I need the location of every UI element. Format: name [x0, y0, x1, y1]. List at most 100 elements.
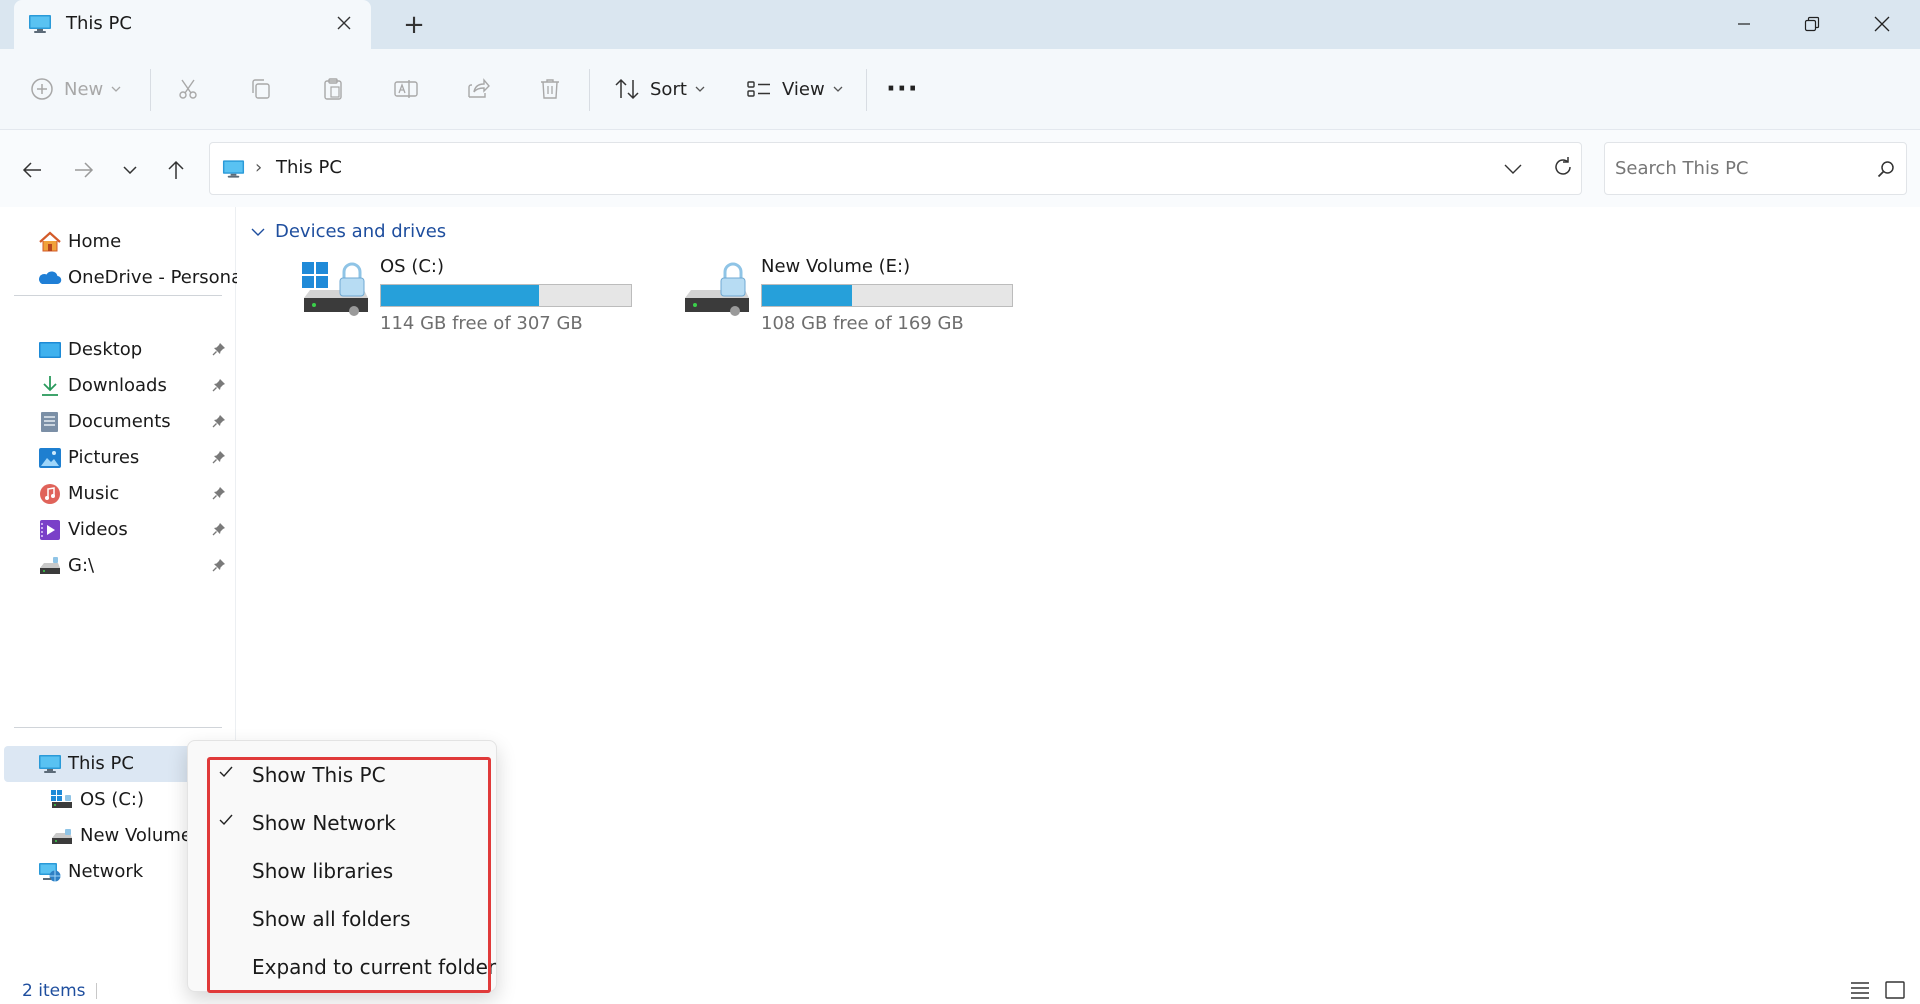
pin-icon[interactable] — [212, 522, 226, 536]
menu-item-show-this-pc[interactable]: Show This PC — [208, 751, 490, 797]
sidebar-item-music[interactable]: Music — [0, 476, 236, 512]
os-drive-icon — [302, 262, 368, 316]
large-icons-view-button[interactable] — [1885, 981, 1905, 1004]
onedrive-icon — [38, 271, 62, 285]
toolbar-divider — [150, 69, 151, 111]
os-drive-icon — [51, 790, 72, 808]
search-icon — [1877, 161, 1894, 178]
menu-item-label: Show all folders — [252, 907, 411, 931]
view-button[interactable]: View — [746, 69, 843, 109]
restore-button[interactable] — [1784, 4, 1840, 44]
sidebar-item-g-drive[interactable]: G:\ — [0, 548, 236, 584]
menu-item-label: Show This PC — [252, 763, 386, 787]
drive-tile-os-c[interactable]: OS (C:) 114 GB free of 307 GB — [302, 256, 642, 336]
minimize-icon — [1738, 23, 1750, 25]
chevron-down-icon — [1504, 164, 1522, 174]
back-button[interactable] — [16, 154, 48, 186]
home-icon — [39, 231, 61, 252]
drive-icon — [40, 557, 60, 574]
new-label: New — [64, 78, 104, 100]
view-label: View — [782, 78, 825, 100]
arrow-right-icon — [75, 162, 94, 178]
minimize-button[interactable] — [1716, 4, 1772, 44]
sidebar-item-label: Desktop — [68, 339, 143, 360]
close-icon — [337, 16, 351, 30]
videos-icon — [40, 520, 60, 540]
drive-free-space: 108 GB free of 169 GB — [761, 313, 964, 334]
menu-item-show-all-folders[interactable]: Show all folders — [208, 895, 490, 941]
volume-drive-icon — [685, 262, 749, 316]
pin-icon[interactable] — [212, 414, 226, 428]
up-button[interactable] — [160, 154, 192, 186]
sidebar-item-pictures[interactable]: Pictures — [0, 440, 236, 476]
restore-icon — [1804, 16, 1820, 32]
paste-button[interactable] — [321, 69, 345, 109]
sidebar-item-downloads[interactable]: Downloads — [0, 368, 236, 404]
cut-button[interactable] — [176, 69, 200, 109]
pictures-icon — [39, 448, 61, 468]
menu-item-label: Expand to current folder — [252, 955, 497, 979]
sidebar-item-home[interactable]: Home — [0, 224, 236, 260]
item-count: 2 items — [22, 981, 86, 1001]
delete-button[interactable] — [538, 69, 562, 109]
command-bar: New Sort View ··· — [0, 49, 1920, 130]
tab-this-pc[interactable]: This PC — [14, 0, 371, 49]
sidebar-item-label: Downloads — [68, 375, 167, 396]
arrow-up-icon — [168, 160, 184, 179]
documents-icon — [41, 412, 58, 432]
pin-icon[interactable] — [212, 450, 226, 464]
close-icon — [1874, 16, 1890, 32]
sidebar-divider — [14, 727, 222, 728]
rename-button[interactable] — [393, 69, 419, 109]
navigation-pane-context-menu: Show This PC Show Network Show libraries… — [187, 740, 497, 992]
share-button[interactable] — [466, 69, 490, 109]
address-history-button[interactable] — [1504, 158, 1522, 179]
sidebar-item-label: Documents — [68, 411, 171, 432]
copy-button[interactable] — [249, 69, 273, 109]
search-input[interactable]: Search This PC — [1615, 158, 1749, 179]
delete-icon — [541, 79, 559, 99]
sort-button[interactable]: Sort — [614, 69, 705, 109]
forward-button[interactable] — [68, 154, 100, 186]
search-box[interactable]: Search This PC — [1604, 142, 1907, 195]
more-options-button[interactable]: ··· — [886, 69, 919, 109]
menu-item-label: Show Network — [252, 811, 396, 835]
group-header-devices[interactable]: Devices and drives — [251, 221, 446, 242]
pin-icon[interactable] — [212, 378, 226, 392]
refresh-button[interactable] — [1552, 156, 1574, 183]
breadcrumb-this-pc[interactable]: This PC — [276, 157, 342, 178]
pin-icon[interactable] — [212, 342, 226, 356]
address-bar[interactable]: › This PC — [209, 142, 1582, 195]
pin-icon[interactable] — [212, 486, 226, 500]
drive-free-space: 114 GB free of 307 GB — [380, 313, 583, 334]
paste-icon — [324, 78, 342, 100]
sidebar-item-videos[interactable]: Videos — [0, 512, 236, 548]
drive-usage-fill — [381, 285, 539, 306]
new-button[interactable]: New — [30, 69, 121, 109]
close-tab-button[interactable] — [330, 10, 358, 38]
sidebar-item-this-pc[interactable]: This PC — [4, 746, 194, 782]
checkmark-icon — [219, 766, 233, 778]
menu-item-expand-to-current-folder[interactable]: Expand to current folder — [208, 943, 496, 989]
drive-usage-bar — [380, 284, 632, 307]
drive-usage-fill — [762, 285, 852, 306]
sort-icon — [615, 78, 639, 100]
toolbar-divider — [866, 69, 867, 111]
pin-icon[interactable] — [212, 558, 226, 572]
close-window-button[interactable] — [1854, 4, 1910, 44]
search-button[interactable] — [1877, 160, 1895, 183]
this-pc-icon — [29, 15, 51, 33]
sidebar-item-documents[interactable]: Documents — [0, 404, 236, 440]
new-tab-button[interactable]: + — [397, 8, 431, 42]
recent-locations-button[interactable] — [114, 154, 146, 186]
menu-item-show-libraries[interactable]: Show libraries — [208, 847, 490, 893]
tab-title: This PC — [66, 13, 132, 34]
drive-tile-new-volume-e[interactable]: New Volume (E:) 108 GB free of 169 GB — [683, 256, 1023, 336]
menu-item-show-network[interactable]: Show Network — [208, 799, 490, 845]
downloads-icon — [42, 376, 58, 396]
details-view-button[interactable] — [1850, 981, 1870, 1004]
chevron-down-icon — [695, 86, 705, 92]
sidebar-item-onedrive[interactable]: OneDrive - Personal — [0, 260, 247, 296]
cut-icon — [179, 79, 197, 99]
sidebar-item-desktop[interactable]: Desktop — [0, 332, 236, 368]
